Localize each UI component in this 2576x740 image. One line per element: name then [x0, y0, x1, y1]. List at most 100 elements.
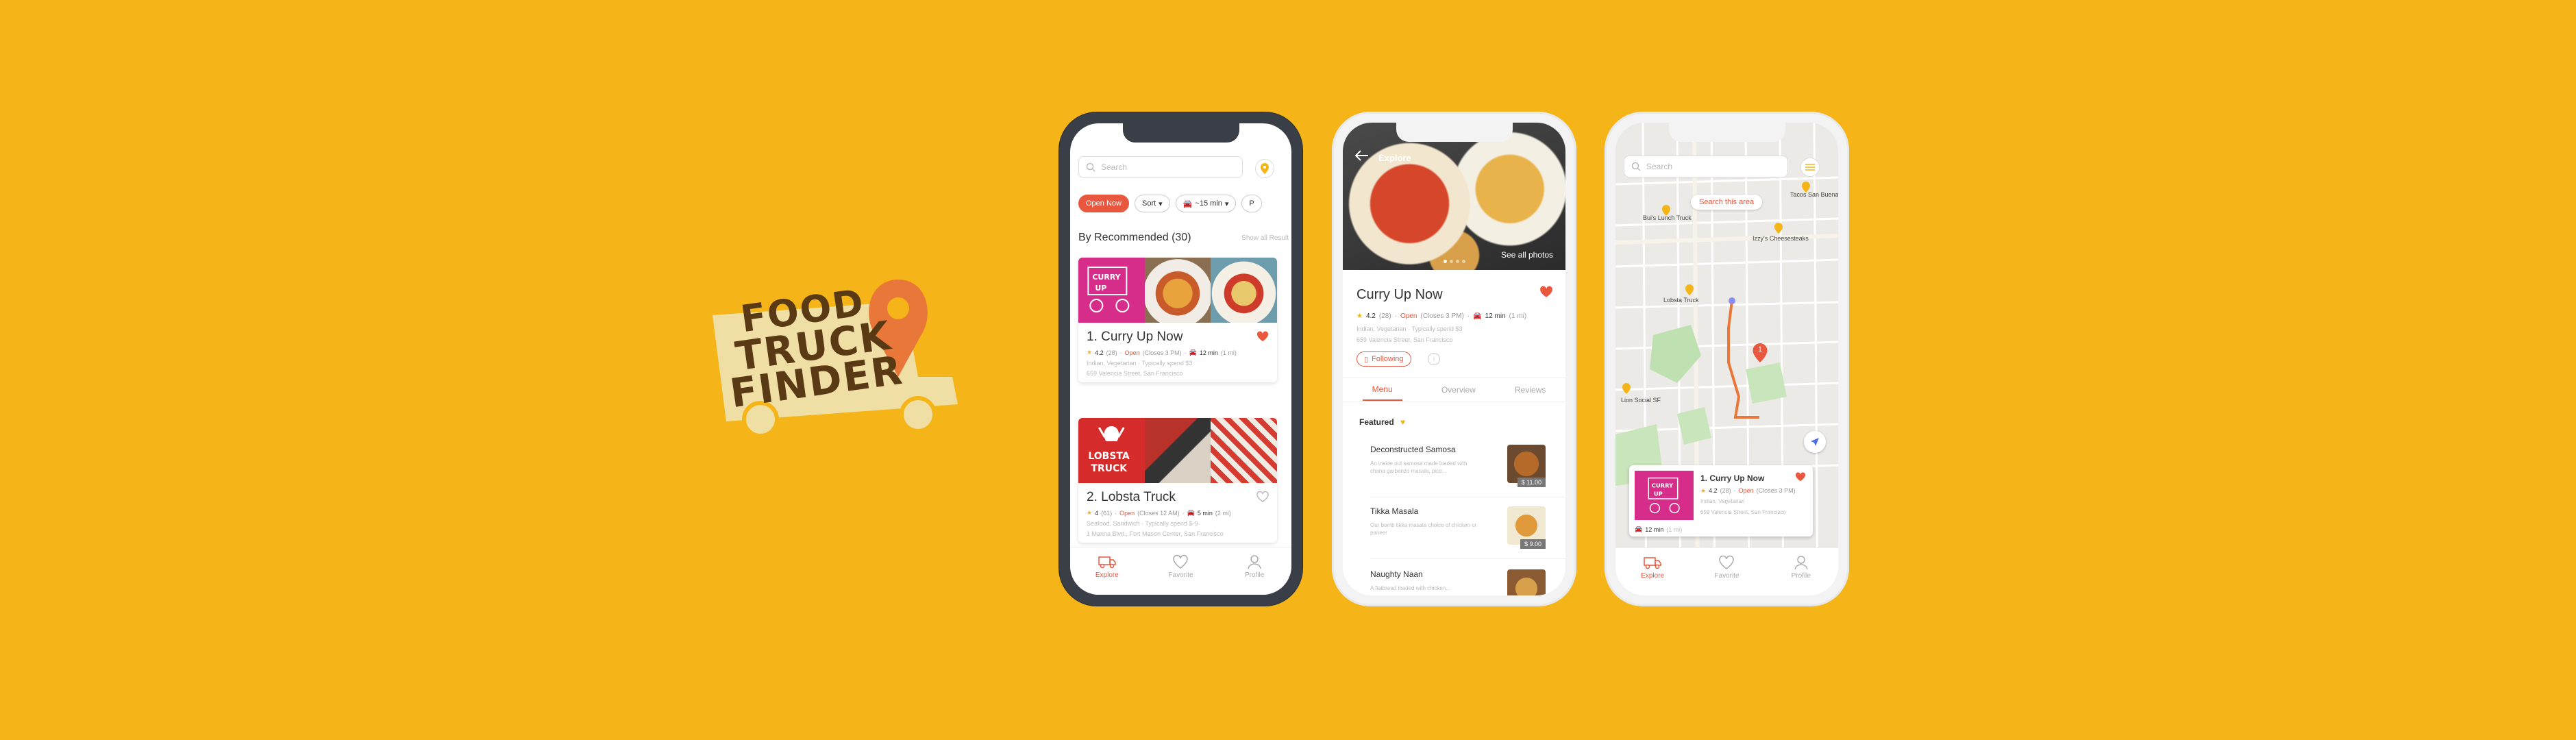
phone-notch: [1122, 123, 1239, 143]
navigate-button[interactable]: [1804, 431, 1826, 453]
menu-item[interactable]: Deconstructed Samosa An inside out samos…: [1370, 445, 1555, 500]
cuisine-spend: Indian, Vegetarian · Typically spend $3: [1087, 360, 1193, 367]
tab-label: Explore: [1095, 571, 1119, 579]
food-truck-finder-logo: FOOD TRUCK FINDER: [699, 274, 987, 445]
map-pin-icon[interactable]: [1685, 284, 1694, 295]
hours: (Closes 3 PM): [1420, 312, 1464, 320]
food-photo: [1211, 258, 1277, 323]
list-icon: [1805, 164, 1815, 171]
car-icon: 🚘: [1635, 526, 1643, 532]
chip-sort[interactable]: Sort ▾: [1134, 195, 1170, 212]
truck-preview-card[interactable]: CURRY UP 1. Curry Up Now ★ 4.2 (28) · Op…: [1629, 465, 1813, 536]
map-label: Lion Social SF: [1621, 397, 1661, 404]
truck-meta: ★ 4.2 (28) · Open (Closes 3 PM) · 🚘 12 m…: [1087, 349, 1237, 356]
svg-text:LOBSTA: LOBSTA: [1088, 451, 1130, 462]
chip-open-now[interactable]: Open Now: [1078, 195, 1129, 212]
search-this-area-button[interactable]: Search this area: [1691, 195, 1763, 210]
tab-menu[interactable]: Menu: [1362, 379, 1402, 401]
car-icon: 🚘: [1187, 509, 1195, 516]
review-count: (28): [1720, 487, 1731, 494]
phone-map: Bui's Lunch Truck Tacos San Buena Izzy's…: [1605, 112, 1849, 606]
search-input[interactable]: Search: [1624, 156, 1788, 177]
map-pin-icon[interactable]: [1802, 182, 1810, 193]
menu-item[interactable]: Tikka Masala Our bomb tikka masala choic…: [1370, 506, 1555, 561]
selected-pin[interactable]: 1: [1753, 343, 1768, 362]
bookmark-icon: ▯: [1364, 355, 1369, 364]
search-input[interactable]: Search: [1078, 156, 1243, 178]
price-tag: $ 9.00: [1520, 539, 1546, 549]
heart-outline-icon[interactable]: [1256, 491, 1269, 506]
tab-overview[interactable]: Overview: [1441, 385, 1476, 395]
truck-photos: CURRY UP: [1078, 258, 1277, 323]
show-all-link[interactable]: Show all Result: [1241, 234, 1289, 242]
map-pin-icon[interactable]: [1662, 205, 1670, 216]
chip-drive-time[interactable]: 🚘 ~15 min ▾: [1175, 195, 1237, 212]
food-photo: [1144, 258, 1211, 323]
price-tag: $ 11.00: [1517, 478, 1546, 487]
heart-icon: ♥: [1400, 417, 1406, 427]
hero-photo[interactable]: Explore See all photos: [1343, 123, 1565, 270]
car-icon: 🚘: [1189, 349, 1197, 356]
tab-explore[interactable]: Explore: [1083, 554, 1131, 579]
featured-label: Featured: [1359, 417, 1394, 427]
info-icon[interactable]: i: [1428, 353, 1440, 365]
address: 659 Valencia Street, San Francisco: [1700, 509, 1786, 515]
food-photo: [1211, 418, 1277, 483]
truck-card[interactable]: LOBSTA TRUCK 2. Lobsta Truck ★ 4 (61) ·: [1078, 418, 1277, 543]
truck-card[interactable]: CURRY UP 1. Curry Up Now ★ 4.2 (28) · Op…: [1078, 258, 1277, 382]
chip-sort-label: Sort: [1141, 199, 1156, 208]
cuisine-spend: Seafood, Sandwich · Typically spend $-9: [1087, 520, 1198, 527]
svg-text:UP: UP: [1095, 284, 1106, 293]
search-placeholder: Search: [1101, 162, 1128, 172]
search-icon: [1086, 162, 1095, 172]
truck-photos: LOBSTA TRUCK: [1078, 418, 1277, 483]
truck-name: 1. Curry Up Now: [1087, 330, 1183, 344]
truck-card-body: 2. Lobsta Truck ★ 4 (61) · Open (Closes …: [1078, 483, 1277, 543]
search-icon: [1631, 162, 1641, 171]
phone-explore: Search Open Now Sort ▾ 🚘 ~15 min ▾ P By Rec…: [1058, 112, 1303, 606]
tab-label: Profile: [1791, 572, 1811, 580]
map-pin-icon[interactable]: [1622, 383, 1631, 394]
chip-price[interactable]: P: [1241, 195, 1262, 212]
cuisine: Indian, Vegetarian: [1700, 498, 1745, 504]
list-view-button[interactable]: [1800, 158, 1820, 177]
heart-icon[interactable]: [1795, 472, 1806, 485]
star-icon: ★: [1087, 509, 1093, 516]
phone-notch: [1668, 123, 1785, 142]
distance: (1 mi): [1509, 312, 1527, 320]
heart-icon[interactable]: [1256, 331, 1269, 345]
open-status: Open: [1119, 509, 1135, 517]
cuisine: Indian, Vegetarian: [1357, 325, 1407, 332]
back-label[interactable]: Explore: [1378, 153, 1411, 163]
heart-icon: [1719, 555, 1735, 569]
truck-name: Curry Up Now: [1357, 287, 1443, 302]
svg-text:CURRY: CURRY: [1092, 273, 1121, 282]
address: 659 Valencia Street, San Francisco: [1357, 336, 1453, 343]
distance: (2 mi): [1215, 509, 1231, 517]
tab-favorite[interactable]: Favorite: [1156, 554, 1204, 579]
map-label: Lobsta Truck: [1663, 297, 1699, 304]
tab-profile[interactable]: Profile: [1777, 555, 1825, 580]
explore-screen: Search Open Now Sort ▾ 🚘 ~15 min ▾ P By Rec…: [1070, 123, 1291, 595]
menu-item[interactable]: Naughty Naan A flatbread loaded with chi…: [1370, 569, 1555, 595]
detail-tabs: Menu Overview Reviews: [1343, 378, 1565, 402]
tab-profile[interactable]: Profile: [1230, 554, 1278, 579]
truck-icon: [1644, 557, 1661, 569]
truck-icon: [1098, 556, 1116, 569]
truck-card-body: 1. Curry Up Now ★ 4.2 (28) · Open (Close…: [1078, 323, 1277, 382]
drive-time: 12 min: [1485, 312, 1506, 320]
distance: (1 mi): [1220, 349, 1237, 356]
location-button[interactable]: [1255, 159, 1274, 178]
navigation-arrow-icon: [1811, 438, 1819, 446]
tab-explore[interactable]: Explore: [1628, 555, 1676, 580]
chevron-down-icon: ▾: [1159, 199, 1163, 208]
map-pin-icon[interactable]: [1774, 223, 1783, 234]
tab-label: Profile: [1244, 571, 1265, 579]
back-arrow-icon[interactable]: [1354, 150, 1369, 164]
tab-reviews[interactable]: Reviews: [1515, 385, 1546, 395]
following-button[interactable]: ▯ Following: [1357, 352, 1411, 367]
tab-favorite[interactable]: Favorite: [1702, 555, 1750, 580]
rating: 4: [1095, 509, 1099, 517]
see-all-photos-link[interactable]: See all photos: [1501, 250, 1553, 260]
heart-icon[interactable]: [1539, 286, 1553, 301]
